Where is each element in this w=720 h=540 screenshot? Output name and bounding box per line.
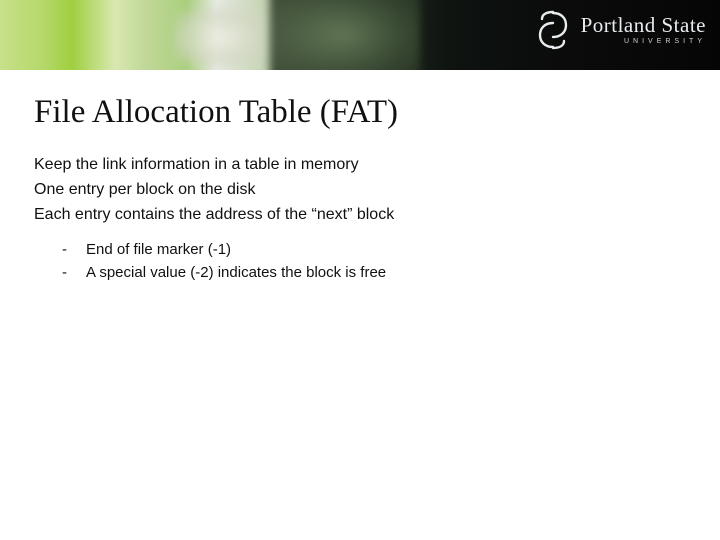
slide-content: File Allocation Table (FAT) Keep the lin… xyxy=(0,70,720,284)
sublist-item-text: End of file marker (-1) xyxy=(86,239,231,261)
logo-line-2: UNIVERSITY xyxy=(581,38,706,45)
banner-blur-light xyxy=(175,10,265,65)
body-line: Each entry contains the address of the “… xyxy=(34,203,686,226)
header-banner: Portland State UNIVERSITY xyxy=(0,0,720,70)
body-line: Keep the link information in a table in … xyxy=(34,153,686,176)
sublist: - End of file marker (-1) - A special va… xyxy=(34,239,686,285)
slide-title: File Allocation Table (FAT) xyxy=(34,94,686,131)
university-logo-text: Portland State UNIVERSITY xyxy=(581,15,706,45)
logo-line-1: Portland State xyxy=(581,15,706,36)
university-logo: Portland State UNIVERSITY xyxy=(533,10,706,50)
sublist-item-text: A special value (-2) indicates the block… xyxy=(86,262,386,284)
interlocking-logo-icon xyxy=(533,10,573,50)
body-line: One entry per block on the disk xyxy=(34,178,686,201)
sublist-item: - End of file marker (-1) xyxy=(62,239,686,261)
body-text: Keep the link information in a table in … xyxy=(34,153,686,284)
bullet-dash-icon: - xyxy=(62,262,70,284)
banner-blur-tree xyxy=(270,0,420,70)
bullet-dash-icon: - xyxy=(62,239,70,261)
slide: Portland State UNIVERSITY File Allocatio… xyxy=(0,0,720,540)
sublist-item: - A special value (-2) indicates the blo… xyxy=(62,262,686,284)
